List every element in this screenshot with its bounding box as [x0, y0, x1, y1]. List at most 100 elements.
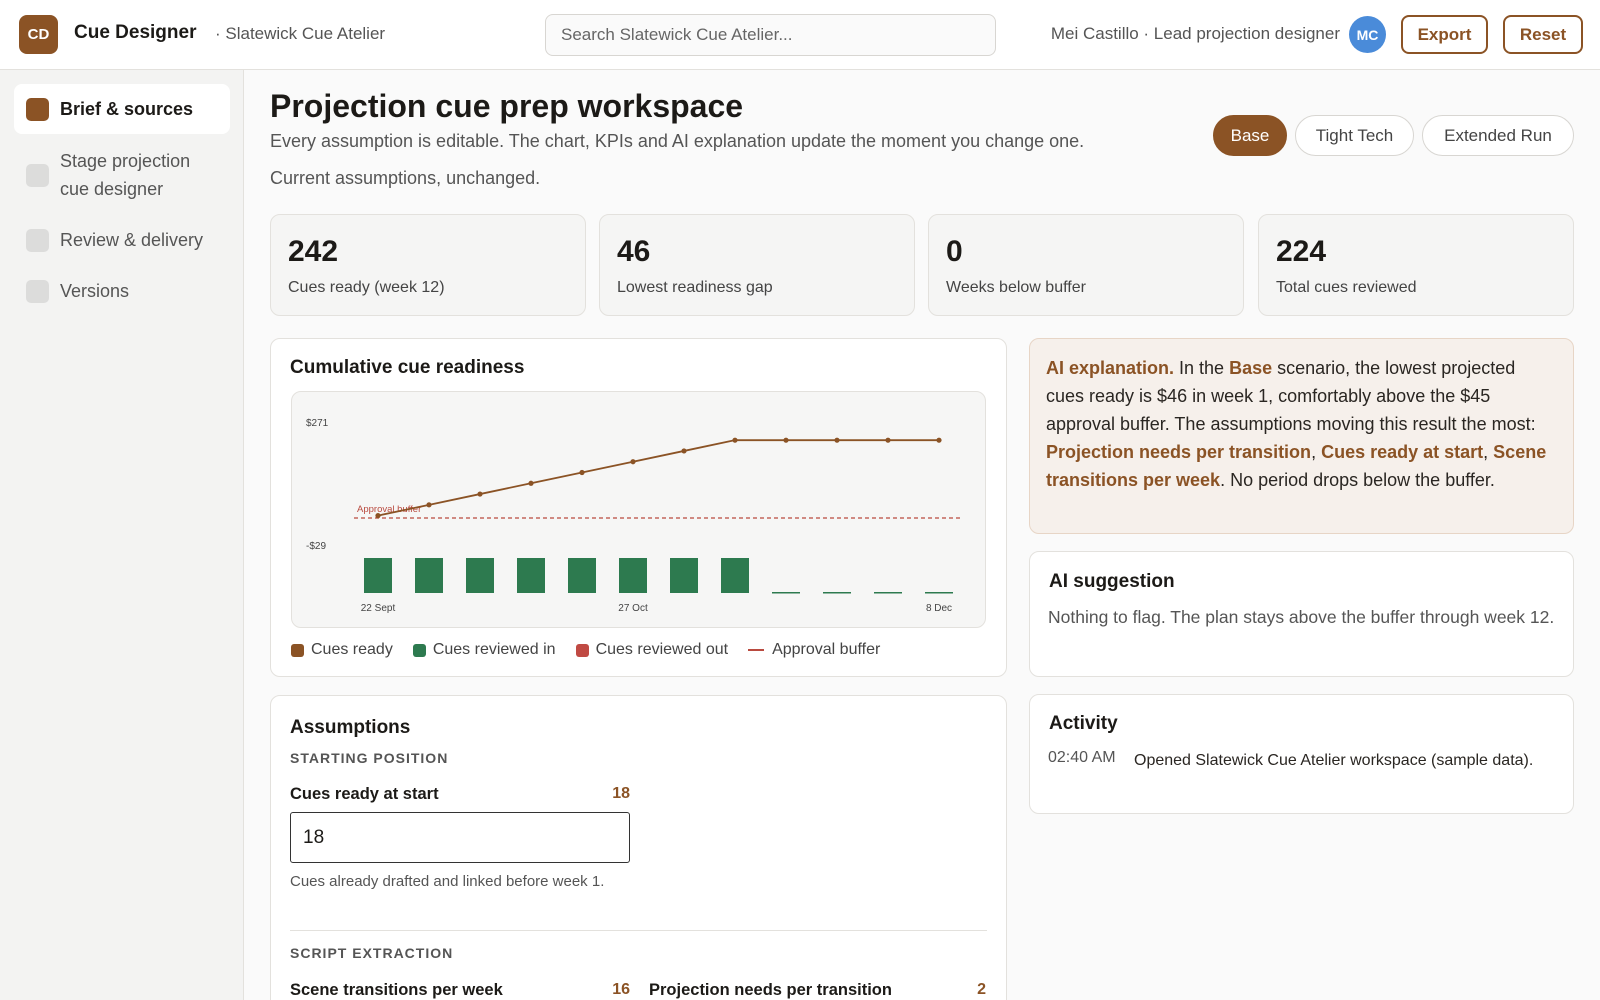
point-cues-ready	[681, 448, 687, 454]
point-cues-ready	[579, 469, 585, 476]
y-tick-label: -$29	[306, 541, 326, 552]
point-cues-ready	[885, 437, 891, 443]
ai-driver: Cues ready at start	[1321, 442, 1484, 462]
avatar[interactable]: MC	[1349, 16, 1386, 53]
chart-area: $271 -$29 Approval buffer 22 Sept 27 Oct 8 De…	[291, 391, 986, 628]
field-label-cues-ready: Cues ready at start	[290, 785, 439, 803]
scenario-base-button[interactable]: Base	[1213, 115, 1287, 156]
ai-suggestion-title: AI suggestion	[1049, 571, 1175, 592]
checkbox-icon	[26, 228, 49, 252]
kpi-card: 242 Cues ready (week 12)	[270, 214, 586, 316]
sidebar-item-label: Brief & sources	[60, 99, 194, 119]
ai-text-span: ,	[1483, 442, 1494, 462]
section-label-script-extraction: SCRIPT EXTRACTION	[290, 945, 454, 961]
legend-item: Cues ready	[291, 641, 393, 659]
search-input[interactable]	[545, 14, 996, 56]
kpi-label: Total cues reviewed	[1276, 279, 1417, 296]
field-value-scene-transitions: 16	[612, 981, 630, 998]
point-cues-ready	[375, 513, 381, 519]
legend-label: Cues reviewed in	[432, 641, 556, 658]
scenario-extended-run-button[interactable]: Extended Run	[1422, 115, 1574, 156]
field-label-scene-transitions: Scene transitions per week	[290, 981, 503, 999]
kpi-value: 0	[946, 235, 963, 268]
point-cues-ready	[528, 480, 534, 486]
ai-scenario-name: Base	[1229, 358, 1273, 378]
ai-text-span: ,	[1311, 442, 1322, 462]
checkbox-icon	[26, 279, 49, 303]
point-cues-ready	[630, 459, 636, 465]
ai-explanation-lead: AI explanation.	[1046, 358, 1175, 378]
app-logo: CD	[19, 15, 58, 54]
ai-driver: Projection needs per transition	[1046, 442, 1312, 462]
bar-cues-reviewed-in	[364, 558, 392, 593]
legend-swatch-reviewed-out	[575, 643, 589, 657]
kpi-label: Cues ready (week 12)	[288, 279, 445, 296]
kpi-label: Weeks below buffer	[946, 279, 1086, 296]
x-tick-label: 22 Sept	[361, 603, 396, 614]
bar-cues-reviewed-in	[670, 558, 698, 593]
activity-title: Activity	[1049, 713, 1118, 734]
legend-label: Approval buffer	[772, 641, 881, 658]
point-cues-ready	[936, 437, 942, 443]
kpi-value: 242	[288, 235, 339, 268]
cues-ready-input[interactable]	[290, 812, 630, 863]
activity-time: 02:40 AM	[1048, 749, 1116, 766]
legend-item: Cues reviewed out	[575, 641, 729, 659]
scenario-note: Current assumptions, unchanged.	[270, 168, 541, 188]
legend-label: Cues reviewed out	[595, 641, 729, 658]
kpi-value: 46	[617, 235, 651, 268]
line-cues-ready	[377, 439, 939, 517]
bar-cues-reviewed-in	[517, 558, 545, 593]
y-tick-label: $271	[306, 418, 329, 429]
ai-explanation-card: AI explanation. In the Base scenario, th…	[1029, 338, 1574, 534]
point-cues-ready	[732, 437, 738, 443]
user-name-role: Mei Castillo · Lead projection designer	[1050, 24, 1340, 43]
legend-item: Approval buffer	[748, 641, 880, 659]
sidebar-item-review-delivery[interactable]: Review & delivery	[14, 215, 230, 265]
bar-cues-reviewed-in	[415, 558, 443, 593]
point-cues-ready	[783, 437, 789, 443]
x-tick-label: 27 Oct	[618, 603, 648, 614]
bar-cues-reviewed-in	[874, 592, 902, 594]
workspace-name: · Slatewick Cue Atelier	[215, 24, 386, 43]
ai-text-span: . No period drops below the buffer.	[1220, 470, 1495, 490]
activity-text: Opened Slatewick Cue Atelier workspace (…	[1134, 752, 1534, 769]
field-label-projection-needs: Projection needs per transition	[649, 981, 892, 999]
kpi-label: Lowest readiness gap	[617, 279, 773, 296]
ai-suggestion-text: Nothing to flag. The plan stays above th…	[1048, 607, 1555, 627]
field-help-cues-ready: Cues already drafted and linked before w…	[290, 873, 605, 890]
section-label-starting-position: STARTING POSITION	[290, 750, 449, 766]
field-value-cues-ready: 18	[612, 785, 630, 802]
sidebar-item-label: Review & delivery	[60, 230, 204, 250]
scenario-tight-tech-button[interactable]: Tight Tech	[1295, 115, 1414, 156]
checkbox-icon	[26, 97, 49, 121]
sidebar-item-cue-designer[interactable]: Stage projection cue designer	[14, 145, 214, 205]
export-button[interactable]: Export	[1401, 15, 1488, 54]
sidebar-item-brief-sources[interactable]: Brief & sources	[14, 84, 230, 134]
legend-swatch-cues-ready	[291, 643, 304, 657]
kpi-card: 0 Weeks below buffer	[928, 214, 1244, 316]
ai-text-span: In the	[1174, 358, 1230, 378]
assumptions-card: Assumptions STARTING POSITION Cues ready…	[270, 695, 1007, 1000]
assumptions-title: Assumptions	[290, 717, 411, 738]
legend-item: Cues reviewed in	[412, 641, 556, 659]
sidebar-item-label: Stage projection cue designer	[60, 151, 191, 199]
legend-label: Cues ready	[311, 641, 393, 658]
legend-swatch-reviewed-in	[412, 643, 426, 657]
legend-swatch-approval-buffer	[748, 649, 765, 651]
chart-title: Cumulative cue readiness	[290, 357, 525, 378]
chart-card: Cumulative cue readiness $271 -$29 Approva…	[270, 338, 1007, 677]
divider	[290, 930, 987, 931]
page-subtitle: Every assumption is editable. The chart,…	[270, 131, 1085, 151]
chart-legend: Cues ready Cues reviewed in Cues reviewe…	[291, 641, 900, 659]
reset-button[interactable]: Reset	[1503, 15, 1583, 54]
field-value-projection-needs: 2	[977, 981, 986, 998]
bar-cues-reviewed-in	[721, 558, 749, 593]
x-tick-label: 8 Dec	[926, 603, 952, 614]
sidebar: Brief & sources Stage projection cue des…	[0, 70, 244, 1000]
cumulative-readiness-chart: $271-$29Approval buffer22 Sept 27 Oct 8 De…	[306, 418, 962, 614]
app-name: Cue Designer	[74, 22, 197, 43]
bar-cues-reviewed-in	[466, 558, 494, 593]
sidebar-item-versions[interactable]: Versions	[14, 266, 230, 316]
activity-card: Activity 02:40 AM Opened Slatewick Cue A…	[1029, 694, 1574, 814]
